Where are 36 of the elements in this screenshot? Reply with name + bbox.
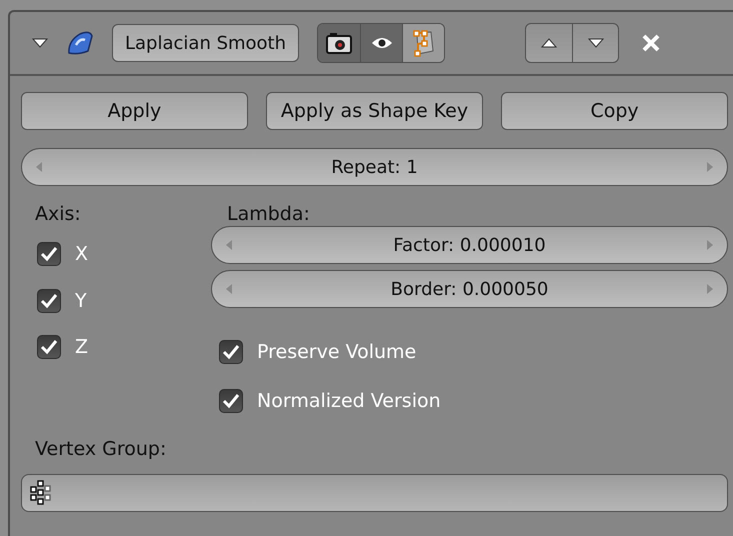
up-icon xyxy=(541,37,558,49)
camera-icon xyxy=(326,32,352,54)
eye-icon xyxy=(370,36,393,50)
visibility-toggle[interactable] xyxy=(402,24,444,62)
right-arrow-icon xyxy=(706,162,713,172)
left-arrow-icon xyxy=(36,162,42,172)
vertex-group-field[interactable] xyxy=(21,474,728,512)
action-button[interactable]: Apply as Shape Key xyxy=(266,92,484,130)
checkbox[interactable] xyxy=(37,288,61,313)
lambda-label: Lambda: xyxy=(226,202,311,227)
checkbox-label: Z xyxy=(75,335,88,360)
left-arrow-icon xyxy=(226,284,232,294)
number-field[interactable]: Repeat: 1 xyxy=(21,148,728,186)
checkbox[interactable] xyxy=(37,335,61,360)
checkbox[interactable] xyxy=(219,340,243,364)
checkbox-label: X xyxy=(75,242,88,267)
visibility-toggle[interactable] xyxy=(360,24,402,62)
checkbox-label: Normalized Version xyxy=(257,388,441,414)
modifier-name-field[interactable]: Laplacian Smooth xyxy=(112,24,300,62)
action-button[interactable]: Copy xyxy=(501,92,728,130)
collapse-icon[interactable] xyxy=(32,37,48,49)
checkbox[interactable] xyxy=(37,242,61,266)
checkbox-label: Y xyxy=(75,288,87,314)
vertex-group-label: Vertex Group: xyxy=(34,437,168,462)
close-icon[interactable] xyxy=(641,33,662,53)
visibility-toggle[interactable] xyxy=(318,24,360,62)
right-arrow-icon xyxy=(706,284,713,294)
checkbox[interactable] xyxy=(219,388,243,413)
axis-label: Axis: xyxy=(35,202,82,227)
checkbox-label: Preserve Volume xyxy=(257,340,416,365)
number-field[interactable]: Factor: 0.000010 xyxy=(211,226,728,264)
left-arrow-icon xyxy=(226,240,232,250)
action-button[interactable]: Apply xyxy=(21,92,248,130)
right-arrow-icon xyxy=(707,240,713,250)
number-field[interactable]: Border: 0.000050 xyxy=(211,270,728,308)
down-icon xyxy=(588,37,604,49)
